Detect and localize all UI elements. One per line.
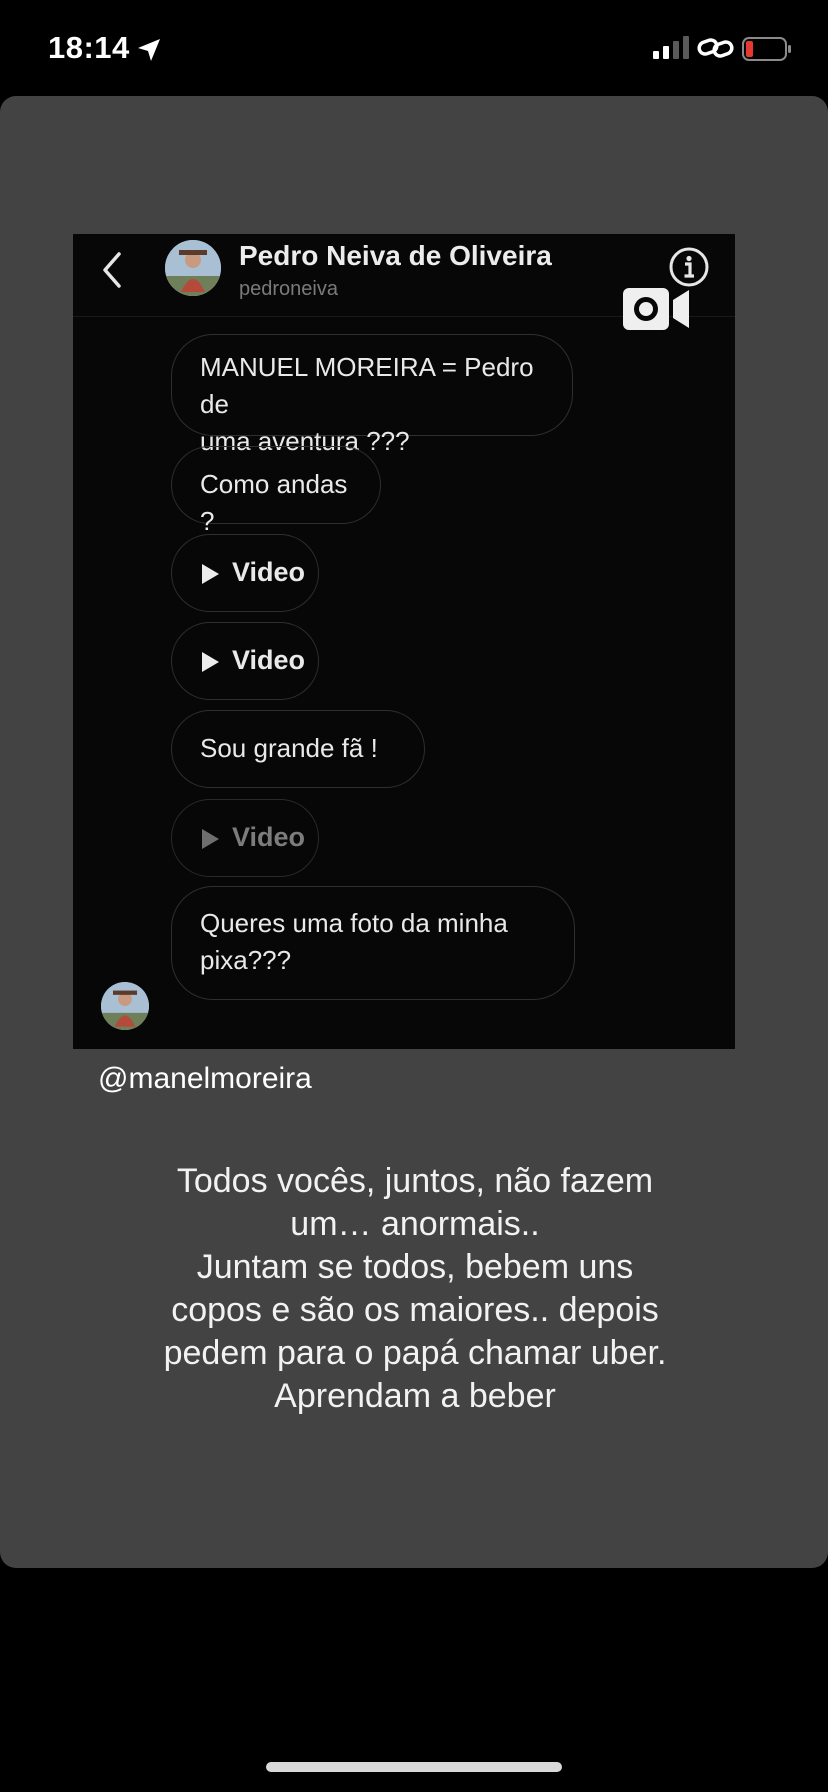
dm-screenshot: Pedro Neiva de Oliveira pedroneiva MANUE… (73, 234, 735, 1049)
contact-avatar (165, 240, 221, 296)
message-line: pixa??? (200, 945, 292, 975)
message-bubble: Sou grande fã ! (171, 710, 425, 788)
video-label: Video (232, 645, 306, 675)
caption-line: Aprendam a beber (274, 1377, 556, 1415)
caption-line: Todos vocês, juntos, não fazem (176, 1162, 654, 1200)
message-bubble: Queres uma foto da minha pixa??? (171, 886, 575, 1000)
play-icon (202, 829, 219, 849)
story-caption: Todos vocês, juntos, não fazem um… anorm… (120, 1160, 710, 1418)
video-message[interactable]: Video (171, 622, 319, 700)
link-icon (697, 38, 734, 58)
cell-signal-icon (653, 36, 689, 59)
story-card: Pedro Neiva de Oliveira pedroneiva MANUE… (0, 96, 828, 1568)
message-line: Sou grande fã ! (200, 733, 378, 763)
message-line: Como andas ? (200, 469, 348, 536)
video-message[interactable]: Video (171, 534, 319, 612)
home-indicator[interactable] (266, 1762, 562, 1772)
back-chevron-icon (103, 252, 121, 288)
info-icon (669, 247, 709, 287)
status-time: 18:14 (48, 30, 130, 65)
message-bubble: Como andas ? (171, 446, 381, 536)
video-label: Video (232, 557, 306, 587)
contact-name: Pedro Neiva de Oliveira (239, 240, 552, 271)
sender-avatar (101, 982, 149, 1030)
message-line: MANUEL MOREIRA = Pedro de (200, 352, 534, 419)
caption-line: pedem para o papá chamar uber. (163, 1334, 667, 1372)
location-arrow-icon (138, 39, 160, 61)
contact-username: pedroneiva (239, 278, 338, 300)
play-icon (202, 652, 219, 672)
message-bubble: MANUEL MOREIRA = Pedro de uma aventura ?… (171, 334, 573, 456)
video-label: Video (232, 822, 306, 852)
caption-line: um… anormais.. (290, 1205, 540, 1243)
caption-line: copos e são os maiores.. depois (171, 1291, 659, 1329)
video-message[interactable]: Video (171, 799, 319, 877)
caption-line: Juntam se todos, bebem uns (196, 1248, 634, 1286)
play-icon (202, 564, 219, 584)
video-camera-icon (623, 288, 689, 330)
battery-low-icon (742, 37, 791, 61)
status-bar: 18:14 (0, 0, 828, 96)
mention-tag[interactable]: @manelmoreira (98, 1062, 312, 1096)
message-line: Queres uma foto da minha (200, 908, 508, 938)
